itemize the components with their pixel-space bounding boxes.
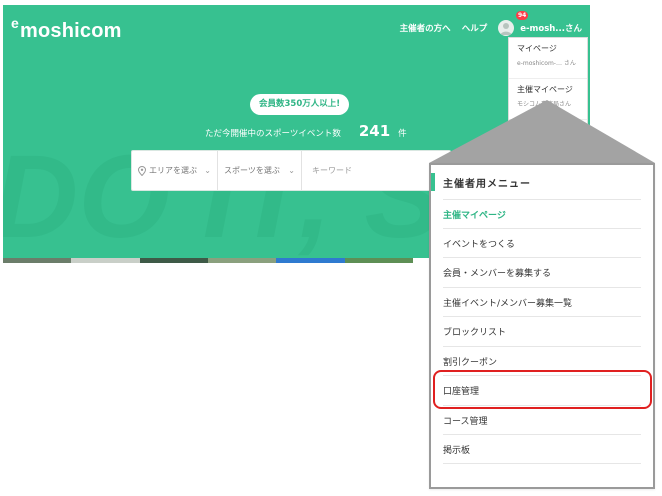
sport-select[interactable]: スポーツを選ぶ ⌄ [218,151,302,190]
organizer-menu-panel: 主催者用メニュー 主催マイページ イベントをつくる 会員・メンバーを募集する 主… [429,163,655,489]
dropdown-item-mypage[interactable]: マイページ e-moshicom-… さん [509,38,587,79]
logo-text: moshicom [20,20,122,42]
chevron-down-icon: ⌄ [288,166,295,175]
organizer-menu-title: 主催者用メニュー [443,179,531,190]
menu-item-create-event[interactable]: イベントをつくる [443,228,641,257]
area-select-label: エリアを選ぶ [149,166,197,175]
event-count-number: 241 [358,122,391,140]
dropdown-item-sub: モシコム事務局さん [517,101,572,108]
logo-mark: e [11,15,19,31]
dropdown-item-sub: e-moshicom-… さん [517,60,576,67]
user-name: e-mosh...さん [520,24,582,34]
photo-thumb[interactable] [344,258,413,263]
photo-thumb[interactable] [276,258,345,263]
keyword-input[interactable]: キーワード [302,165,352,176]
menu-item-recruit-members[interactable]: 会員・メンバーを募集する [443,257,641,286]
menu-item-block-list[interactable]: ブロックリスト [443,316,641,345]
menu-item-organizer-mypage[interactable]: 主催マイページ [443,199,641,228]
member-count-badge: 会員数350万人以上! [250,94,350,115]
dropdown-item-organizer-mypage[interactable]: 主催マイページ モシコム事務局さん [509,79,587,120]
photo-thumb[interactable] [71,258,140,263]
event-count-line: ただ今開催中のスポーツイベント数 241 件 [205,122,407,140]
highlight-box [433,370,652,409]
dropdown-item-label: 主催マイページ [517,85,573,94]
area-select[interactable]: エリアを選ぶ ⌄ [132,151,218,190]
dropdown-item-label: マイページ [517,44,557,53]
photo-thumb[interactable] [207,258,277,263]
notification-badge: 94 [516,11,529,20]
event-count-unit: 件 [398,129,407,139]
user-dropdown: マイページ e-moshicom-… さん 主催マイページ モシコム事務局さん [508,37,588,127]
help-link[interactable]: ヘルプ [462,22,488,34]
site-logo[interactable]: emoshicom [11,15,122,43]
event-count-prefix: ただ今開催中のスポーツイベント数 [205,129,341,139]
menu-divider [443,463,641,464]
search-bar: エリアを選ぶ ⌄ スポーツを選ぶ ⌄ キーワード [131,150,451,191]
menu-item-bulletin-board[interactable]: 掲示板 [443,434,641,463]
avatar [498,20,515,36]
menu-item-event-list[interactable]: 主催イベント/メンバー募集一覧 [443,287,641,316]
chevron-down-icon: ⌄ [204,166,211,175]
user-menu-button[interactable]: e-mosh...さん [498,20,582,36]
user-icon [500,23,512,35]
photo-thumb[interactable] [139,258,208,263]
menu-title-accent [431,173,435,191]
event-photo-strip [3,258,413,263]
menu-item-course-management[interactable]: コース管理 [443,405,641,434]
photo-thumb[interactable] [3,258,72,263]
sport-select-label: スポーツを選ぶ [224,166,280,175]
organizer-link[interactable]: 主催者の方へ [400,22,451,34]
location-pin-icon [138,165,146,176]
